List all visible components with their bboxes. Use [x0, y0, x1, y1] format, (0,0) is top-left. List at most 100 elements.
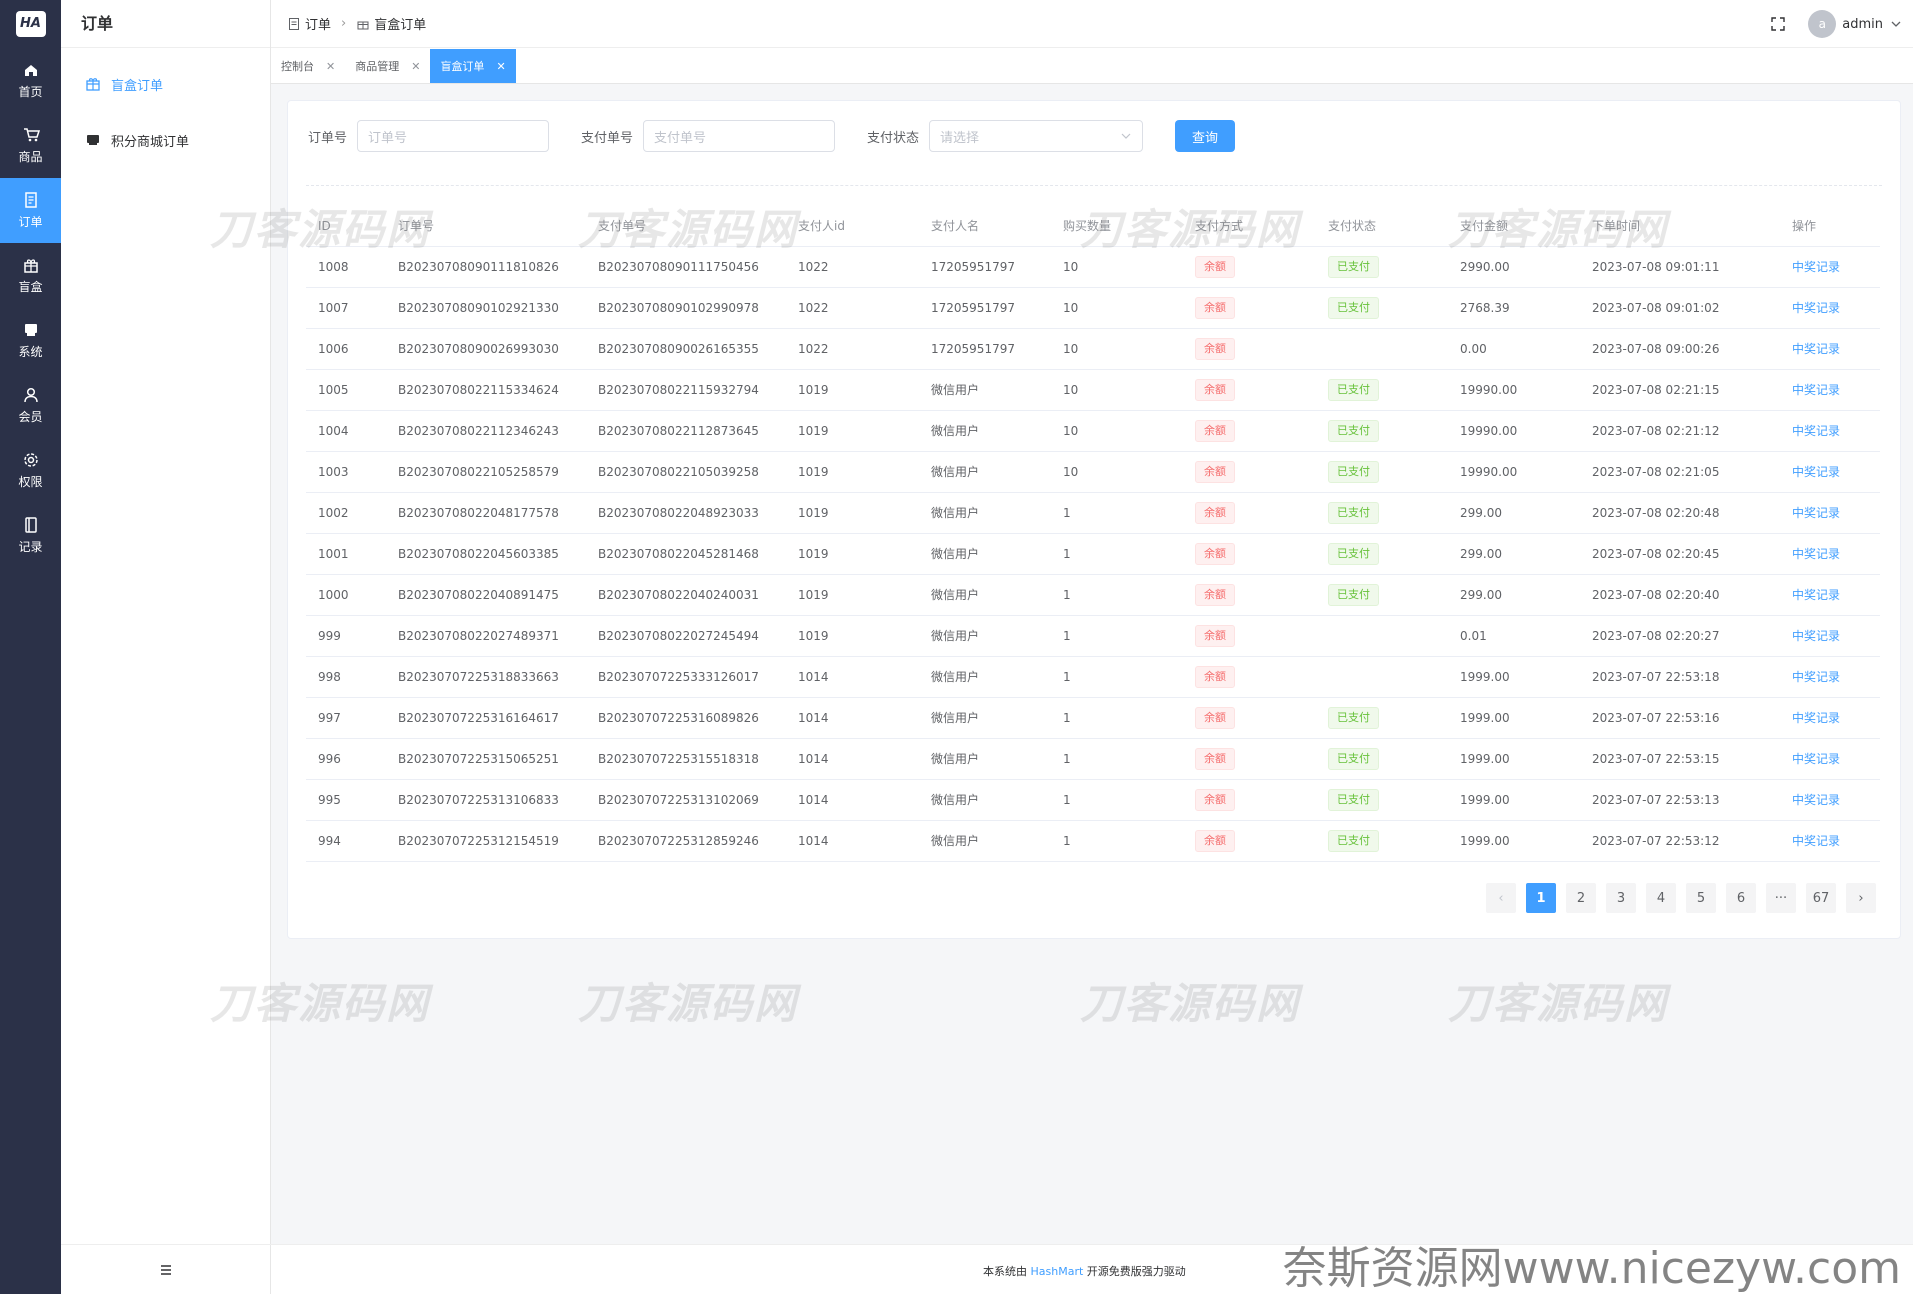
rail-item-blindbox[interactable]: 盲盒 — [0, 243, 61, 308]
rail-item-members[interactable]: 会员 — [0, 373, 61, 438]
rail-item-home[interactable]: 首页 — [0, 48, 61, 113]
pay-status-placeholder: 请选择 — [940, 130, 980, 146]
more-pages-button[interactable]: ··· — [1766, 883, 1796, 913]
table-cell: B20230708022048923033 — [586, 492, 786, 534]
table-cell: 2023-07-07 22:53:12 — [1580, 820, 1780, 862]
prize-record-link[interactable]: 中奖记录 — [1792, 547, 1840, 561]
prize-record-link[interactable]: 中奖记录 — [1792, 834, 1840, 848]
prev-page-button[interactable]: ‹ — [1486, 883, 1516, 913]
site-watermark: 奈斯资源网www.nicezyw.com — [1282, 1243, 1901, 1294]
top-header: 订单 › 盲盒订单 a admin — [271, 0, 1913, 48]
prize-record-link[interactable]: 中奖记录 — [1792, 506, 1840, 520]
gear-icon — [23, 453, 38, 467]
footer-suffix: 开源免费版强力驱动 — [1086, 1265, 1186, 1278]
table-cell — [1316, 615, 1448, 657]
query-button[interactable]: 查询 — [1175, 120, 1236, 152]
user-icon — [23, 387, 38, 403]
pay-status-tag: 已支付 — [1328, 296, 1379, 319]
prize-record-link[interactable]: 中奖记录 — [1792, 465, 1840, 479]
prize-record-link[interactable]: 中奖记录 — [1792, 752, 1840, 766]
pay-no-input[interactable]: 支付单号 — [643, 120, 836, 152]
table-cell: 中奖记录 — [1780, 410, 1880, 452]
table-cell — [1316, 656, 1448, 698]
page-button[interactable]: 2 — [1566, 883, 1596, 913]
page-button[interactable]: 3 — [1606, 883, 1636, 913]
tab-dashboard[interactable]: 控制台 ✕ — [271, 49, 345, 83]
page-button[interactable]: 6 — [1726, 883, 1756, 913]
rail-item-orders[interactable]: 订单 — [0, 178, 61, 243]
pay-status-select[interactable]: 请选择 — [929, 120, 1144, 152]
prize-record-link[interactable]: 中奖记录 — [1792, 793, 1840, 807]
table-cell: 2023-07-07 22:53:13 — [1580, 779, 1780, 821]
prize-record-link[interactable]: 中奖记录 — [1792, 711, 1840, 725]
fullscreen-icon[interactable] — [1770, 16, 1786, 32]
table-cell: 2023-07-08 02:21:05 — [1580, 451, 1780, 493]
rail-item-label: 权限 — [18, 475, 43, 489]
order-no-input[interactable]: 订单号 — [357, 120, 550, 152]
table-cell: B20230707225315518318 — [586, 738, 786, 780]
close-icon[interactable]: ✕ — [326, 60, 335, 73]
table-cell: 已支付 — [1316, 410, 1448, 452]
prize-record-link[interactable]: 中奖记录 — [1792, 588, 1840, 602]
rail-item-system[interactable]: 系统 — [0, 308, 61, 373]
avatar[interactable]: a — [1808, 10, 1837, 38]
table-cell: 995 — [306, 779, 386, 821]
app-logo[interactable]: HA — [0, 0, 61, 48]
table-cell: B20230708022040240031 — [586, 574, 786, 616]
pay-method-tag: 余额 — [1195, 747, 1235, 770]
pay-method-tag: 余额 — [1195, 419, 1235, 442]
page-button[interactable]: 1 — [1526, 883, 1556, 913]
table-cell: 0.00 — [1448, 328, 1580, 370]
table-cell: 已支付 — [1316, 533, 1448, 575]
table-cell: 17205951797 — [919, 246, 1051, 288]
tab-blindbox-orders[interactable]: 盲盒订单 ✕ — [430, 49, 516, 83]
prize-record-link[interactable]: 中奖记录 — [1792, 260, 1840, 274]
rail-item-permissions[interactable]: 权限 — [0, 438, 61, 503]
table-cell: 299.00 — [1448, 574, 1580, 616]
rail-item-goods[interactable]: 商品 — [0, 113, 61, 178]
subnav-item-points-orders[interactable]: 积分商城订单 — [61, 112, 270, 168]
table-cell: 已支付 — [1316, 820, 1448, 862]
prize-record-link[interactable]: 中奖记录 — [1792, 629, 1840, 643]
table-cell: B20230707225318833663 — [386, 656, 586, 698]
table-cell: 余额 — [1183, 656, 1316, 698]
footer-brand-link[interactable]: HashMart — [1031, 1265, 1084, 1278]
table-cell: 余额 — [1183, 492, 1316, 534]
chevron-down-icon[interactable] — [1889, 17, 1903, 31]
subnav-item-blindbox-orders[interactable]: 盲盒订单 — [61, 56, 270, 112]
next-page-button[interactable]: › — [1846, 883, 1876, 913]
pay-status-tag: 已支付 — [1328, 829, 1379, 852]
prize-record-link[interactable]: 中奖记录 — [1792, 670, 1840, 684]
breadcrumb-item[interactable]: 订单 — [305, 14, 331, 33]
prize-record-link[interactable]: 中奖记录 — [1792, 342, 1840, 356]
page-button[interactable]: 4 — [1646, 883, 1676, 913]
table-cell: 1007 — [306, 287, 386, 329]
table-cell: 1 — [1051, 533, 1183, 575]
rail-item-label: 盲盒 — [18, 280, 43, 294]
tab-goods[interactable]: 商品管理 ✕ — [345, 49, 430, 83]
prize-record-link[interactable]: 中奖记录 — [1792, 383, 1840, 397]
table-cell: 2023-07-08 02:20:27 — [1580, 615, 1780, 657]
close-icon[interactable]: ✕ — [496, 60, 505, 73]
rail-item-records[interactable]: 记录 — [0, 503, 61, 568]
close-icon[interactable]: ✕ — [411, 60, 420, 73]
page-button[interactable]: 67 — [1806, 883, 1836, 913]
table-cell: B20230707225333126017 — [586, 656, 786, 698]
table-cell: 1019 — [786, 615, 919, 657]
table-cell: 19990.00 — [1448, 369, 1580, 411]
prize-record-link[interactable]: 中奖记录 — [1792, 424, 1840, 438]
page-button[interactable]: 5 — [1686, 883, 1716, 913]
table-cell: 17205951797 — [919, 287, 1051, 329]
username[interactable]: admin — [1842, 17, 1883, 32]
table-cell: 1019 — [786, 492, 919, 534]
table-cell: 中奖记录 — [1780, 738, 1880, 780]
table-cell: 10 — [1051, 410, 1183, 452]
pay-status-tag: 已支付 — [1328, 460, 1379, 483]
collapse-toggle[interactable] — [61, 1244, 271, 1294]
table-cell: 微信用户 — [919, 615, 1051, 657]
tab-bar: 控制台 ✕ 商品管理 ✕ 盲盒订单 ✕ — [271, 48, 1913, 84]
logo-text: HA — [15, 11, 46, 37]
prize-record-link[interactable]: 中奖记录 — [1792, 301, 1840, 315]
table-cell — [1316, 328, 1448, 370]
table-cell: 已支付 — [1316, 492, 1448, 534]
